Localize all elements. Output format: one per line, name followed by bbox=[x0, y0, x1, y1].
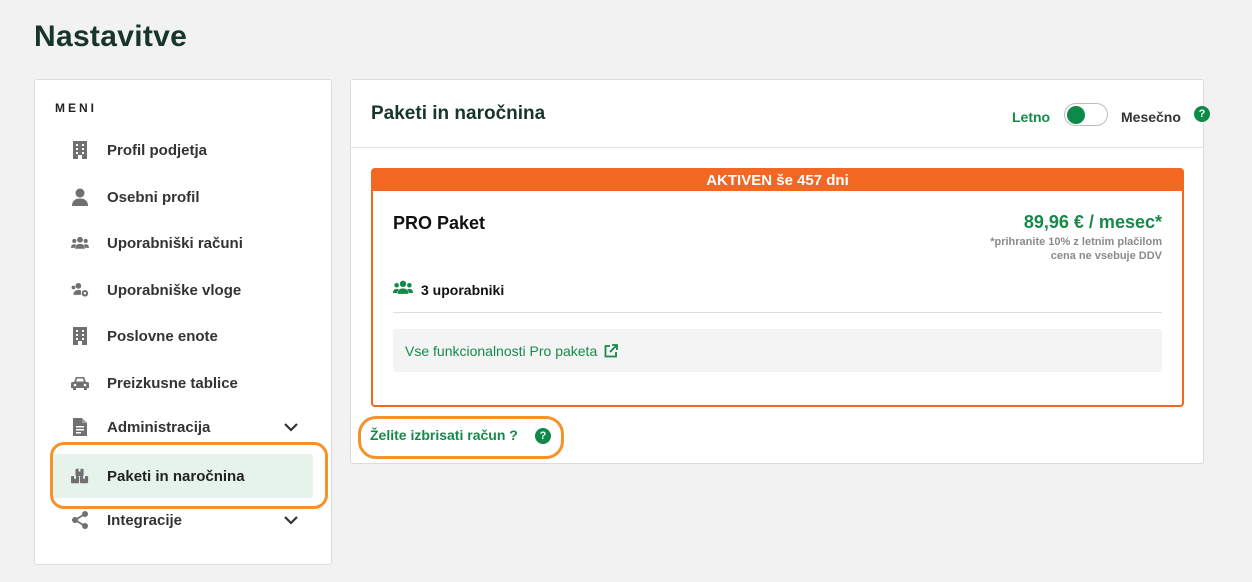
package-price: 89,96 € / mesec* bbox=[1023, 212, 1162, 232]
sidebar-item-integrations[interactable]: Integracije bbox=[51, 498, 313, 542]
billing-period-toggle[interactable] bbox=[1064, 103, 1108, 126]
chevron-down-icon[interactable] bbox=[283, 419, 299, 435]
building-icon bbox=[71, 327, 89, 345]
features-link[interactable]: Vse funkcionalnosti Pro paketa bbox=[405, 343, 597, 359]
sidebar-item-label: Administracija bbox=[107, 418, 211, 436]
menu-heading: MENI bbox=[55, 101, 97, 115]
package-users: 3 uporabniki bbox=[393, 280, 504, 300]
sidebar-item-packages[interactable]: Paketi in naročnina bbox=[51, 454, 313, 498]
sidebar-item-label: Preizkusne tablice bbox=[107, 374, 238, 392]
toggle-knob bbox=[1067, 106, 1085, 124]
package-name: PRO Paket bbox=[393, 213, 486, 233]
card-header: Paketi in naročnina Letno Mesečno ? bbox=[351, 80, 1210, 148]
toggle-label-monthly[interactable]: Mesečno bbox=[1121, 109, 1181, 125]
boxes-icon bbox=[71, 467, 89, 485]
sidebar-item-label: Osebni profil bbox=[107, 188, 200, 206]
sidebar-item-label: Uporabniške vloge bbox=[107, 281, 242, 299]
users-cog-icon bbox=[71, 281, 89, 299]
delete-account-link[interactable]: Želite izbrisati račun ? bbox=[370, 427, 518, 443]
document-icon bbox=[71, 418, 89, 436]
sidebar-item-business-units[interactable]: Poslovne enote bbox=[51, 314, 313, 358]
package-box: AKTIVEN še 457 dni PRO Paket 89,96 € / m… bbox=[371, 168, 1184, 407]
help-icon[interactable]: ? bbox=[535, 428, 551, 444]
divider bbox=[393, 312, 1162, 313]
users-count: 3 uporabniki bbox=[421, 282, 505, 298]
sidebar-item-label: Profil podjetja bbox=[107, 141, 208, 159]
subscription-card: Paketi in naročnina Letno Mesečno ? AKTI… bbox=[350, 79, 1210, 464]
sidebar-item-trial-plates[interactable]: Preizkusne tablice bbox=[51, 361, 313, 405]
external-link-icon[interactable] bbox=[604, 343, 619, 358]
page-title: Nastavitve bbox=[34, 20, 188, 53]
settings-sidebar: MENI Profil podjetja Osebni profil Upora… bbox=[34, 79, 332, 565]
price-note: *prihranite 10% z letnim plačilom bbox=[990, 236, 1162, 248]
car-icon bbox=[71, 374, 89, 392]
features-panel: Vse funkcionalnosti Pro paketa bbox=[393, 329, 1162, 372]
sidebar-item-administration[interactable]: Administracija bbox=[51, 405, 313, 449]
users-icon bbox=[393, 280, 413, 300]
toggle-label-yearly[interactable]: Letno bbox=[1012, 109, 1050, 125]
share-icon bbox=[71, 511, 89, 529]
sidebar-item-company-profile[interactable]: Profil podjetja bbox=[51, 128, 313, 172]
status-banner: AKTIVEN še 457 dni bbox=[373, 170, 1182, 191]
card-title: Paketi in naročnina bbox=[371, 103, 546, 124]
chevron-down-icon[interactable] bbox=[283, 512, 299, 528]
sidebar-item-user-roles[interactable]: Uporabniške vloge bbox=[51, 268, 313, 312]
users-icon bbox=[71, 234, 89, 252]
sidebar-item-personal-profile[interactable]: Osebni profil bbox=[51, 175, 313, 219]
user-icon bbox=[71, 188, 89, 206]
sidebar-item-label: Uporabniški računi bbox=[107, 234, 243, 252]
sidebar-item-label: Poslovne enote bbox=[107, 327, 218, 345]
building-icon bbox=[71, 141, 89, 159]
sidebar-item-label: Integracije bbox=[107, 511, 183, 529]
vat-note: cena ne vsebuje DDV bbox=[1050, 250, 1162, 262]
sidebar-item-user-accounts[interactable]: Uporabniški računi bbox=[51, 221, 313, 265]
help-icon[interactable]: ? bbox=[1194, 106, 1210, 122]
sidebar-item-label: Paketi in naročnina bbox=[107, 467, 245, 485]
